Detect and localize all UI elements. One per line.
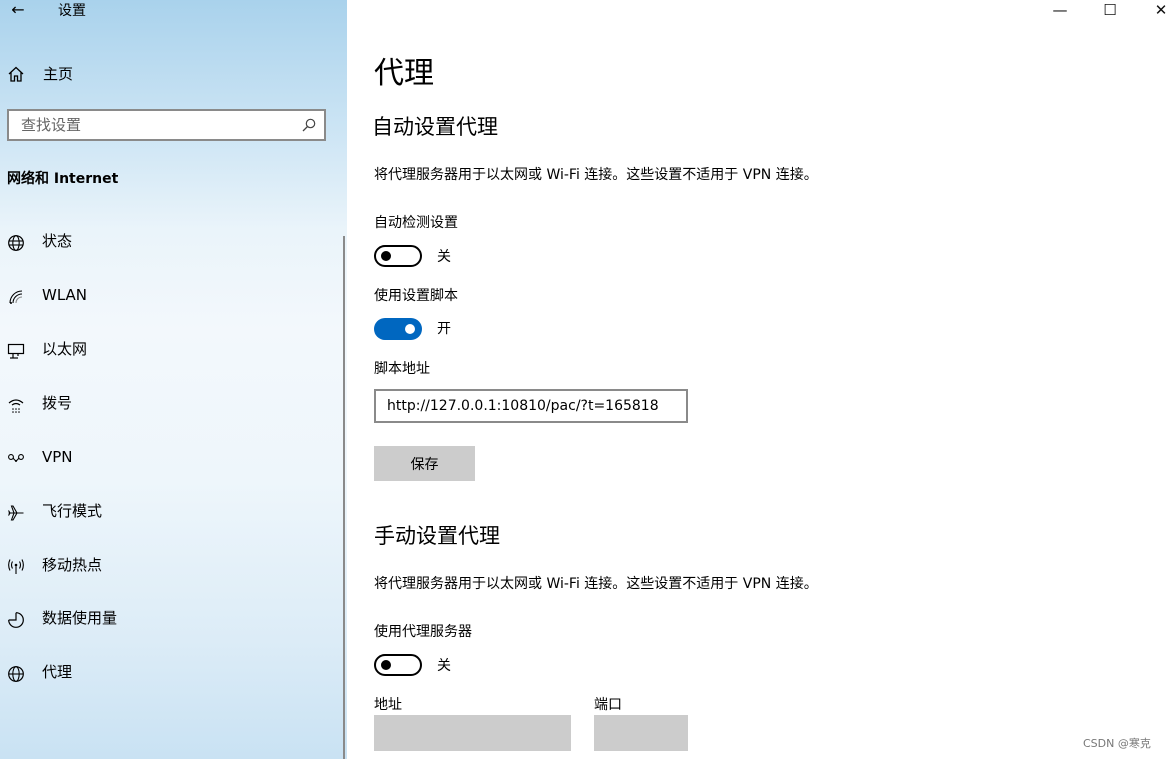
use-proxy-toggle[interactable] xyxy=(374,654,422,676)
vpn-icon xyxy=(8,454,24,462)
sidebar-item-label: 状态 xyxy=(42,232,73,250)
sidebar-item-data-usage[interactable]: 数据使用量 xyxy=(0,603,347,635)
dialup-icon xyxy=(8,399,24,413)
app-title: 设置 xyxy=(58,3,86,19)
home-icon xyxy=(8,66,24,82)
manual-proxy-description: 将代理服务器用于以太网或 Wi-Fi 连接。这些设置不适用于 VPN 连接。 xyxy=(374,576,818,592)
sidebar-item-home[interactable]: 主页 xyxy=(0,62,347,88)
maximize-button[interactable]: ☐ xyxy=(1090,0,1130,22)
close-button[interactable]: ✕ xyxy=(1141,0,1166,22)
proxy-address-input[interactable] xyxy=(374,715,571,751)
data-usage-icon xyxy=(8,612,24,628)
use-proxy-label: 使用代理服务器 xyxy=(374,624,472,640)
manual-proxy-heading: 手动设置代理 xyxy=(374,524,500,548)
toggle-knob xyxy=(405,324,415,334)
auto-detect-state: 关 xyxy=(437,249,451,265)
sidebar-item-label: 代理 xyxy=(42,663,73,681)
section-title: 网络和 Internet xyxy=(7,171,119,187)
setup-script-label: 使用设置脚本 xyxy=(374,288,458,304)
sidebar-item-label: 移动热点 xyxy=(42,556,103,574)
globe-status-icon xyxy=(8,235,24,251)
wifi-icon xyxy=(9,290,23,304)
proxy-address-label: 地址 xyxy=(374,697,402,713)
minimize-button[interactable]: — xyxy=(1040,0,1080,22)
auto-proxy-heading: 自动设置代理 xyxy=(372,115,498,139)
sidebar-item-airplane[interactable]: 飞行模式 xyxy=(0,496,347,528)
script-address-input[interactable] xyxy=(374,389,688,423)
toggle-knob xyxy=(381,251,391,261)
sidebar-item-label: 以太网 xyxy=(42,340,88,358)
maximize-icon: ☐ xyxy=(1103,1,1117,19)
setup-script-state: 开 xyxy=(437,321,451,337)
home-label: 主页 xyxy=(43,65,74,83)
back-button[interactable]: ← xyxy=(8,0,28,22)
sidebar-item-proxy[interactable]: 代理 xyxy=(0,657,347,689)
airplane-icon xyxy=(8,505,24,521)
sidebar-item-label: 数据使用量 xyxy=(42,609,118,627)
sidebar-item-hotspot[interactable]: 移动热点 xyxy=(0,550,347,582)
script-address-label: 脚本地址 xyxy=(374,361,430,377)
hotspot-icon xyxy=(8,559,24,574)
sidebar-item-dialup[interactable]: 拨号 xyxy=(0,388,347,420)
minimize-icon: — xyxy=(1052,1,1068,19)
sidebar-scrollbar[interactable] xyxy=(343,236,345,759)
sidebar-item-label: VPN xyxy=(42,448,73,466)
proxy-port-input[interactable] xyxy=(594,715,688,751)
save-button[interactable]: 保存 xyxy=(374,446,475,481)
sidebar-item-label: 拨号 xyxy=(42,394,73,412)
auto-detect-toggle[interactable] xyxy=(374,245,422,267)
close-icon: ✕ xyxy=(1154,1,1166,19)
sidebar-item-status[interactable]: 状态 xyxy=(0,226,347,258)
watermark: CSDN @寒克 xyxy=(1083,737,1151,750)
search-box[interactable] xyxy=(7,109,326,141)
search-icon[interactable] xyxy=(302,118,316,132)
auto-detect-label: 自动检测设置 xyxy=(374,215,458,231)
search-input[interactable] xyxy=(9,111,301,139)
globe-icon xyxy=(8,666,24,682)
page-title: 代理 xyxy=(374,56,434,91)
ethernet-icon xyxy=(7,343,25,359)
auto-proxy-description: 将代理服务器用于以太网或 Wi-Fi 连接。这些设置不适用于 VPN 连接。 xyxy=(374,167,818,183)
sidebar-item-ethernet[interactable]: 以太网 xyxy=(0,334,347,366)
setup-script-toggle[interactable] xyxy=(374,318,422,340)
sidebar-item-label: WLAN xyxy=(42,286,88,304)
main-content: — ☐ ✕ 代理 自动设置代理 将代理服务器用于以太网或 Wi-Fi 连接。这些… xyxy=(347,0,1166,759)
proxy-port-label: 端口 xyxy=(594,697,622,713)
sidebar-item-label: 飞行模式 xyxy=(42,502,103,520)
back-arrow-icon: ← xyxy=(11,0,25,19)
sidebar: ← 设置 主页 网络和 Internet 状态 WLAN xyxy=(0,0,347,759)
use-proxy-state: 关 xyxy=(437,658,451,674)
toggle-knob xyxy=(381,660,391,670)
sidebar-item-vpn[interactable]: VPN xyxy=(0,442,347,474)
sidebar-item-wlan[interactable]: WLAN xyxy=(0,280,347,312)
